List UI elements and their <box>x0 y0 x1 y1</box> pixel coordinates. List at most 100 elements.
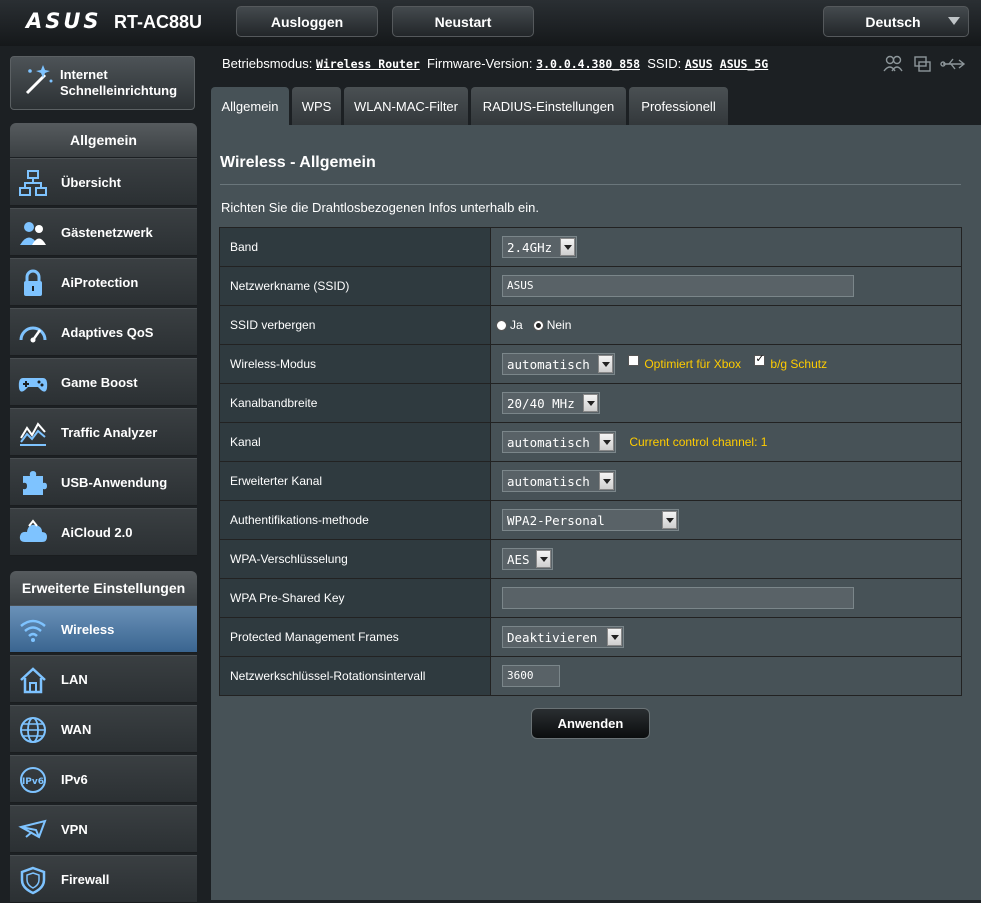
sidebar-item-lan[interactable]: LAN <box>10 655 197 703</box>
apply-button[interactable]: Anwenden <box>531 708 650 739</box>
sidebar-item-firewall[interactable]: Firewall <box>10 855 197 903</box>
sidebar-item-aicloud-2-0[interactable]: AiCloud 2.0 <box>10 508 197 556</box>
quick-setup-button[interactable]: Internet Schnelleinrichtung <box>10 56 195 110</box>
sidebar-item-label: VPN <box>61 822 88 837</box>
logout-button[interactable]: Ausloggen <box>236 6 378 37</box>
sidebar-item-label: Firewall <box>61 872 110 887</box>
xbox-label: Optimiert für Xbox <box>644 357 742 371</box>
general-section-header: Allgemein <box>10 123 197 157</box>
sidebar-item-ipv6[interactable]: IPv6 IPv6 <box>10 755 197 803</box>
magic-wand-icon <box>25 65 53 95</box>
clients-icon[interactable] <box>883 55 903 72</box>
channel-select[interactable]: automatisch <box>502 431 616 453</box>
puzzle-icon <box>23 471 47 495</box>
chevron-down-icon <box>948 17 960 25</box>
cloud-icon <box>19 519 47 542</box>
home-icon <box>20 667 46 694</box>
hide-ssid-yes-label: Ja <box>510 318 523 332</box>
usb-icon[interactable] <box>940 58 966 70</box>
quick-setup-line1: Internet <box>60 67 108 82</box>
lock-icon <box>24 269 42 296</box>
auth-method-label: Authentifikations-methode <box>219 500 491 540</box>
chevron-down-icon <box>560 238 575 256</box>
psk-input[interactable] <box>502 587 854 609</box>
sidebar-item-traffic-analyzer[interactable]: Traffic Analyzer <box>10 408 197 456</box>
bandwidth-select[interactable]: 20/40 MHz <box>502 392 600 414</box>
tab-radius[interactable]: RADIUS-Einstellungen <box>471 87 626 125</box>
devices-icon[interactable] <box>914 56 931 72</box>
ssid-24-link[interactable]: ASUS <box>685 57 713 71</box>
tab-professional[interactable]: Professionell <box>629 87 728 125</box>
hide-ssid-yes-radio[interactable] <box>496 320 507 332</box>
sidebar-item-label: Gästenetzwerk <box>61 225 153 240</box>
gamepad-icon <box>18 378 48 392</box>
xbox-checkbox[interactable] <box>628 354 640 366</box>
wifi-icon <box>20 619 46 642</box>
sidebar-item-label: Wireless <box>61 622 115 637</box>
bandwidth-value: 20/40 MHz <box>507 396 575 411</box>
psk-label: WPA Pre-Shared Key <box>219 578 491 618</box>
mode-label: Betriebsmodus: <box>222 56 313 71</box>
tab-general[interactable]: Allgemein <box>211 87 289 125</box>
tab-wps[interactable]: WPS <box>292 87 341 125</box>
globe-icon <box>20 717 46 743</box>
network-map-icon <box>19 170 47 196</box>
mode-link[interactable]: Wireless Router <box>316 57 420 71</box>
sidebar-item-label: IPv6 <box>61 772 88 787</box>
sidebar-item-usb-anwendung[interactable]: USB-Anwendung <box>10 458 197 506</box>
bg-protection-label: b/g Schutz <box>770 357 828 371</box>
hide-ssid-no-label: Nein <box>546 318 572 332</box>
rotation-interval-input[interactable]: 3600 <box>502 665 560 687</box>
band-select[interactable]: 2.4GHz <box>502 236 577 258</box>
status-line: Betriebsmodus: Wireless Router Firmware-… <box>222 56 768 71</box>
table-row: Authentifikations-methode WPA2-Personal <box>219 500 962 540</box>
pmf-value: Deaktivieren <box>507 630 598 645</box>
chevron-down-icon <box>662 511 677 529</box>
hide-ssid-no-radio[interactable] <box>532 320 544 332</box>
table-row: Netzwerkschlüssel-Rotationsintervall 360… <box>219 656 962 696</box>
chevron-down-icon <box>599 472 614 490</box>
svg-text:IPv6: IPv6 <box>22 777 44 787</box>
encryption-select[interactable]: AES <box>502 548 553 570</box>
quick-setup-line2: Schnelleinrichtung <box>60 83 178 98</box>
page-description: Richten Sie die Drahtlosbezogenen Infos … <box>221 200 539 215</box>
language-select[interactable]: Deutsch <box>823 6 969 37</box>
auth-method-value: WPA2-Personal <box>507 513 605 528</box>
chevron-down-icon <box>583 394 598 412</box>
sidebar-item-wireless[interactable]: Wireless <box>10 605 197 653</box>
bg-protection-checkbox[interactable] <box>754 352 766 366</box>
ipv6-icon: IPv6 <box>20 767 46 793</box>
ext-channel-value: automatisch <box>507 474 590 489</box>
ssid-input[interactable]: ASUS <box>502 275 854 297</box>
sidebar-item-wan[interactable]: WAN <box>10 705 197 753</box>
page-title: Wireless - Allgemein <box>220 154 376 171</box>
band-value: 2.4GHz <box>507 240 553 255</box>
table-row: Kanalbandbreite 20/40 MHz <box>219 383 962 423</box>
sidebar-item-adaptives-qos[interactable]: Adaptives QoS <box>10 308 197 356</box>
chevron-down-icon <box>536 550 551 568</box>
ext-channel-select[interactable]: automatisch <box>502 470 616 492</box>
ssid-5g-link[interactable]: ASUS_5G <box>720 57 768 71</box>
ssid-label: Netzwerkname (SSID) <box>219 266 491 306</box>
sidebar-item-aiprotection[interactable]: AiProtection <box>10 258 197 306</box>
quick-setup-label: Internet Schnelleinrichtung <box>60 67 177 99</box>
sidebar-item-gästenetzwerk[interactable]: Gästenetzwerk <box>10 208 197 256</box>
guest-network-icon <box>20 222 46 245</box>
sidebar-item-label: Übersicht <box>61 175 121 190</box>
chevron-down-icon <box>599 433 614 451</box>
tab-mac-filter[interactable]: WLAN-MAC-Filter <box>344 87 468 125</box>
pmf-select[interactable]: Deaktivieren <box>502 626 624 648</box>
firmware-link[interactable]: 3.0.0.4.380_858 <box>536 57 640 71</box>
auth-method-select[interactable]: WPA2-Personal <box>502 509 679 531</box>
wireless-mode-select[interactable]: automatisch <box>502 353 615 375</box>
sidebar-item-game-boost[interactable]: Game Boost <box>10 358 197 406</box>
table-row: Band 2.4GHz <box>219 227 962 267</box>
table-row: Kanal automatisch Current control channe… <box>219 422 962 462</box>
sidebar-item-vpn[interactable]: VPN <box>10 805 197 853</box>
ext-channel-label: Erweiterter Kanal <box>219 461 491 501</box>
hide-ssid-label: SSID verbergen <box>219 305 491 345</box>
sidebar-item-übersicht[interactable]: Übersicht <box>10 158 197 206</box>
reboot-button[interactable]: Neustart <box>392 6 534 37</box>
table-row: SSID verbergen Ja Nein <box>219 305 962 345</box>
sidebar-item-label: Adaptives QoS <box>61 325 154 340</box>
